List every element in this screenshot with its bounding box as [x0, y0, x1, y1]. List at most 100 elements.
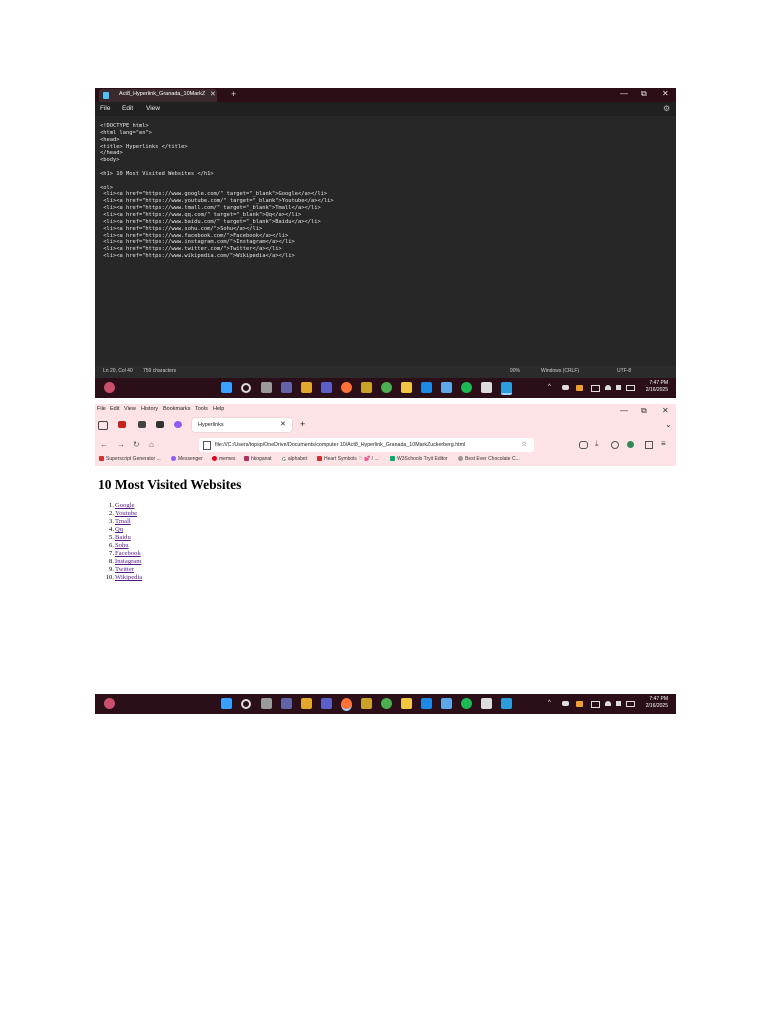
- extension-icon[interactable]: [627, 441, 634, 448]
- volume-icon[interactable]: [616, 385, 621, 390]
- website-link[interactable]: Sohu: [115, 542, 129, 550]
- bookmark-star-icon[interactable]: ☆: [521, 440, 527, 448]
- menu-edit[interactable]: Edit: [122, 105, 133, 112]
- account-icon[interactable]: [611, 441, 619, 449]
- settings-app-icon[interactable]: [441, 382, 452, 393]
- ff-new-tab-button[interactable]: +: [300, 419, 305, 429]
- ff-menu-bookmarks[interactable]: Bookmarks: [163, 406, 191, 412]
- display-icon[interactable]: [591, 701, 600, 708]
- address-bar[interactable]: file:///C:/Users/topsp/OneDrive/Document…: [199, 438, 534, 452]
- battery-icon[interactable]: [626, 701, 635, 707]
- task-view-icon[interactable]: [261, 698, 272, 709]
- teams-app-icon[interactable]: [321, 698, 332, 709]
- cloud-icon[interactable]: [562, 385, 569, 390]
- notepad-taskbar-icon[interactable]: [501, 382, 512, 395]
- chrome-icon[interactable]: [381, 698, 392, 709]
- teams-icon[interactable]: [281, 382, 292, 393]
- bookmark-item[interactable]: Superscript Generator ...: [99, 456, 161, 462]
- ff-close-button[interactable]: ✕: [662, 406, 669, 415]
- bookmark-item[interactable]: memes: [212, 456, 235, 462]
- website-link[interactable]: Youtube: [115, 510, 137, 518]
- website-link[interactable]: Tmall: [115, 518, 131, 526]
- start-icon[interactable]: [221, 382, 232, 393]
- start-icon[interactable]: [221, 698, 232, 709]
- bookmark-item[interactable]: Heart Symbols ♡ 💕 / ...: [317, 456, 379, 462]
- teams-app-icon[interactable]: [321, 382, 332, 393]
- clock[interactable]: 7:47 PM 2/16/2025: [640, 696, 668, 710]
- website-link[interactable]: Instagram: [115, 558, 141, 566]
- menu-view[interactable]: View: [146, 105, 160, 112]
- display-icon[interactable]: [591, 385, 600, 392]
- close-window-button[interactable]: ✕: [662, 89, 669, 98]
- capcut-icon[interactable]: [481, 382, 492, 393]
- tab-hyperlinks[interactable]: Hyperlinks ✕: [192, 418, 292, 432]
- tray-caret-icon[interactable]: ^: [548, 700, 551, 706]
- ff-minimize-button[interactable]: —: [620, 406, 628, 415]
- tray-caret-icon[interactable]: ^: [548, 384, 551, 390]
- file-explorer-icon[interactable]: [401, 382, 412, 393]
- chrome-icon[interactable]: [381, 382, 392, 393]
- ff-menu-history[interactable]: History: [141, 406, 158, 412]
- wifi-icon[interactable]: [605, 385, 611, 390]
- gmail-icon[interactable]: [118, 421, 126, 428]
- volume-icon[interactable]: [616, 701, 621, 706]
- widgets-icon[interactable]: [104, 698, 115, 709]
- new-tab-button[interactable]: +: [231, 89, 236, 99]
- bookmark-item[interactable]: Messenger: [171, 456, 203, 462]
- code-editor[interactable]: <!DOCTYPE html> <html lang="en"> <head> <ti…: [100, 123, 334, 260]
- website-link[interactable]: Google: [115, 502, 134, 510]
- ff-menu-view[interactable]: View: [124, 406, 136, 412]
- clock[interactable]: 7:47 PM 2/16/2025: [640, 380, 668, 394]
- app-tray-icon[interactable]: [576, 385, 583, 391]
- menu-file[interactable]: File: [100, 105, 110, 112]
- website-link[interactable]: Facebook: [115, 550, 141, 558]
- search-icon[interactable]: [241, 699, 251, 709]
- firefox-icon[interactable]: [341, 698, 352, 711]
- file-explorer-icon[interactable]: [401, 698, 412, 709]
- home-icon[interactable]: ⌂: [149, 440, 154, 449]
- battery-icon[interactable]: [626, 385, 635, 391]
- sticky-notes-icon[interactable]: [361, 382, 372, 393]
- maximize-button[interactable]: ⧉: [641, 89, 647, 99]
- settings-app-icon[interactable]: [441, 698, 452, 709]
- extensions-icon[interactable]: [645, 441, 653, 449]
- messenger-pinned-icon[interactable]: [174, 421, 182, 428]
- menu-icon[interactable]: ≡: [661, 439, 666, 448]
- ff-maximize-button[interactable]: ⧉: [641, 406, 647, 416]
- bookmark-item[interactable]: W3Schools Tryit Editor: [390, 456, 448, 462]
- bookmark-item[interactable]: Galphabet: [282, 456, 307, 463]
- downloads-icon[interactable]: ⤓: [595, 439, 599, 449]
- spotify-icon[interactable]: [461, 382, 472, 393]
- ff-menu-help[interactable]: Help: [213, 406, 224, 412]
- search-icon[interactable]: [241, 383, 251, 393]
- notepad-taskbar-icon[interactable]: [501, 698, 512, 709]
- view-recent-icon[interactable]: [98, 421, 108, 430]
- cloud-icon[interactable]: [562, 701, 569, 706]
- gear-icon[interactable]: ⚙: [663, 104, 670, 113]
- website-link[interactable]: Baidu: [115, 534, 131, 542]
- spotify-icon[interactable]: [461, 698, 472, 709]
- task-view-icon[interactable]: [261, 382, 272, 393]
- mail-icon[interactable]: [421, 382, 432, 393]
- bookmark-item[interactable]: Best Ever Chocolate C...: [458, 456, 520, 462]
- back-icon[interactable]: ←: [100, 440, 108, 449]
- ff-menu-tools[interactable]: Tools: [195, 406, 208, 412]
- capcut-icon[interactable]: [481, 698, 492, 709]
- close-tab-icon[interactable]: ✕: [210, 90, 216, 98]
- bookmark-item[interactable]: hkoganat: [244, 456, 272, 462]
- copilot-icon[interactable]: [301, 698, 312, 709]
- sticky-notes-icon[interactable]: [361, 698, 372, 709]
- website-link[interactable]: Twitter: [115, 566, 134, 574]
- app-tray-icon[interactable]: [576, 701, 583, 707]
- firefox-icon[interactable]: [341, 382, 352, 393]
- ff-menu-edit[interactable]: Edit: [110, 406, 119, 412]
- notepad-tab[interactable]: Act8_Hyperlink_Granada_10MarkZ ✕: [99, 89, 217, 102]
- website-link[interactable]: Wikipedia: [115, 574, 142, 582]
- website-link[interactable]: Qq: [115, 526, 123, 534]
- pinned-tab-icon[interactable]: [138, 421, 146, 428]
- wifi-icon[interactable]: [605, 701, 611, 706]
- copilot-icon[interactable]: [301, 382, 312, 393]
- widgets-icon[interactable]: [104, 382, 115, 393]
- close-icon[interactable]: ✕: [280, 420, 286, 428]
- ff-menu-file[interactable]: File: [97, 406, 106, 412]
